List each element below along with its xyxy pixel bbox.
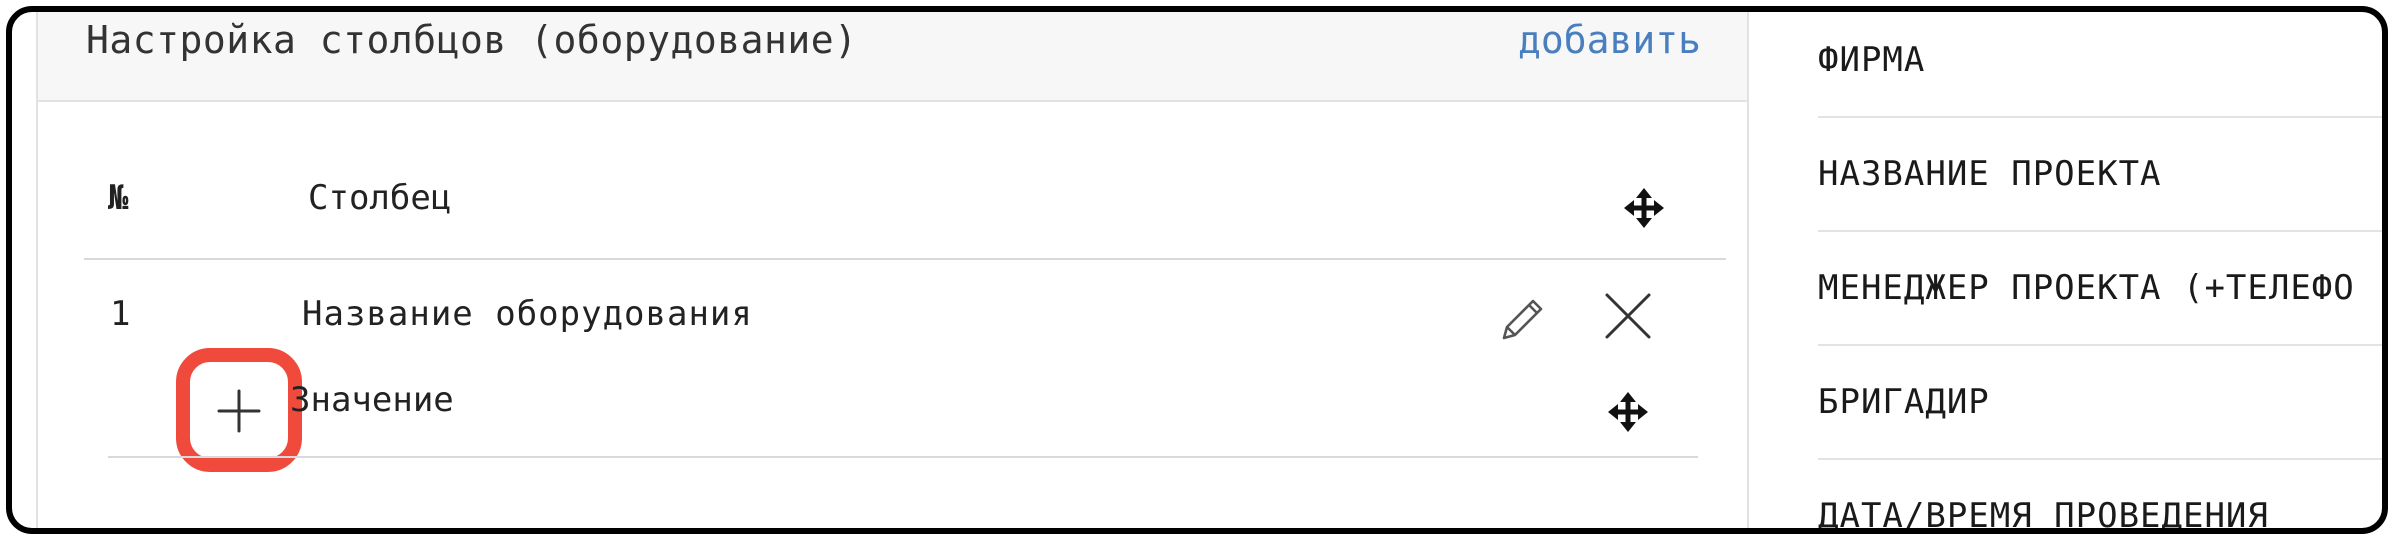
screenshot-frame: Настройка столбцов (оборудование) добави… <box>6 6 2388 534</box>
list-divider <box>1818 344 2382 346</box>
move-icon[interactable] <box>1622 186 1666 230</box>
header-divider <box>84 258 1726 260</box>
header-column: Столбец <box>308 178 452 218</box>
list-divider <box>1818 116 2382 118</box>
value-sub-label: Значение <box>290 380 454 420</box>
available-columns-list: ФИРМА НАЗВАНИЕ ПРОЕКТА МЕНЕДЖЕР ПРОЕКТА … <box>1806 12 2382 528</box>
list-item[interactable]: БРИГАДИР <box>1818 382 1990 422</box>
close-icon[interactable] <box>1602 290 1654 342</box>
list-item[interactable]: ФИРМА <box>1818 40 1925 80</box>
list-divider <box>1818 458 2382 460</box>
pencil-icon[interactable] <box>1496 294 1548 346</box>
list-item[interactable]: ДАТА/ВРЕМЯ ПРОВЕДЕНИЯ <box>1818 496 2269 528</box>
row-name: Название оборудования <box>302 294 753 334</box>
header-number: № <box>108 178 129 218</box>
row-divider <box>108 456 1698 458</box>
add-column-link[interactable]: добавить <box>1518 18 1701 62</box>
list-item[interactable]: НАЗВАНИЕ ПРОЕКТА <box>1818 154 2162 194</box>
row-number: 1 <box>110 294 131 334</box>
plus-icon <box>217 389 261 433</box>
list-divider <box>1818 230 2382 232</box>
panel-title: Настройка столбцов (оборудование) <box>86 18 858 62</box>
column-settings-panel: Настройка столбцов (оборудование) добави… <box>36 12 1749 528</box>
list-item[interactable]: МЕНЕДЖЕР ПРОЕКТА (+ТЕЛЕФО <box>1818 268 2355 308</box>
panel-header: Настройка столбцов (оборудование) добави… <box>38 12 1747 102</box>
move-icon[interactable] <box>1606 390 1650 434</box>
add-sub-item-button[interactable] <box>176 348 302 472</box>
